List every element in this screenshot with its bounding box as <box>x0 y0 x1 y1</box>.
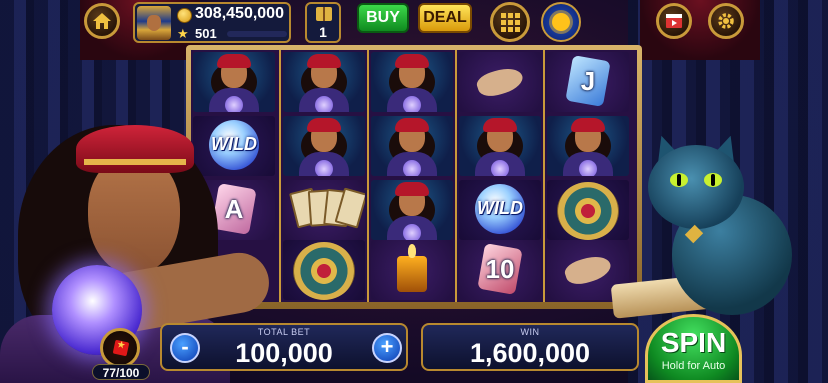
card-letter: 10 <box>485 254 515 284</box>
bonus-count: 1 <box>319 24 327 40</box>
total-bet-panel: TOTAL BET - 100,000 + <box>160 323 408 371</box>
win-label: WIN <box>520 327 540 337</box>
settings-button[interactable] <box>708 3 744 39</box>
grid-icon <box>500 12 520 32</box>
player-balance-panel: 308,450,000 ★ 501 <box>133 2 291 43</box>
bonus-collect-button[interactable]: 1 <box>305 2 341 43</box>
xp-bar <box>227 31 287 37</box>
meter-progress-text: 77/100 <box>92 364 150 380</box>
bonus-meter[interactable]: 77/100 <box>92 328 150 380</box>
sun-icon <box>552 13 570 31</box>
zodiac-amulet-symbol <box>283 240 365 300</box>
fortune-teller-symbol <box>459 116 541 176</box>
daily-bonus-button[interactable] <box>541 2 581 42</box>
palm-hand-symbol <box>459 52 541 112</box>
home-button[interactable] <box>84 3 120 39</box>
gem-ten-symbol: 10 <box>459 240 541 300</box>
fortune-teller-symbol <box>283 116 365 176</box>
win-panel: WIN 1,600,000 <box>421 323 639 371</box>
win-value: 1,600,000 <box>469 338 591 368</box>
deal-button[interactable]: DEAL <box>418 3 472 33</box>
games-menu-button[interactable] <box>490 2 530 42</box>
meter-ring <box>100 328 140 368</box>
tarot-cards-symbol <box>283 180 365 240</box>
decrease-bet-button[interactable]: - <box>170 333 200 363</box>
video-button[interactable] <box>656 3 692 39</box>
spin-sublabel: Hold for Auto <box>661 360 726 372</box>
reel-3 <box>367 50 455 302</box>
total-bet-value: 100,000 <box>235 338 333 368</box>
fortune-teller-symbol <box>371 52 453 112</box>
card-letter: J <box>580 66 596 96</box>
reel-2 <box>279 50 367 302</box>
fortune-teller-symbol <box>371 116 453 176</box>
gear-icon <box>718 13 734 29</box>
wild-label: WILD <box>477 198 523 218</box>
total-bet-label: TOTAL BET <box>257 327 311 337</box>
reel-4: WILD 10 <box>455 50 543 302</box>
spin-label: SPIN <box>660 327 727 358</box>
top-bar: 308,450,000 ★ 501 1 BUY DEAL <box>0 0 828 46</box>
dice-icon <box>112 339 130 357</box>
avatar[interactable] <box>137 6 171 40</box>
player-level: 501 <box>195 26 217 41</box>
black-cat-character <box>610 131 828 335</box>
coin-balance: 308,450,000 <box>195 5 284 22</box>
gift-icon <box>316 7 332 21</box>
candle-symbol <box>371 240 453 300</box>
home-icon <box>93 13 111 29</box>
fortune-teller-symbol <box>371 180 453 240</box>
wild-symbol: WILD <box>459 180 541 240</box>
fortune-teller-symbol <box>283 52 365 112</box>
star-icon: ★ <box>177 26 189 41</box>
increase-bet-button[interactable]: + <box>372 333 402 363</box>
buy-button[interactable]: BUY <box>357 3 409 33</box>
clapperboard-icon <box>666 14 682 28</box>
coin-icon <box>177 8 192 23</box>
gem-j-symbol: J <box>547 52 629 112</box>
